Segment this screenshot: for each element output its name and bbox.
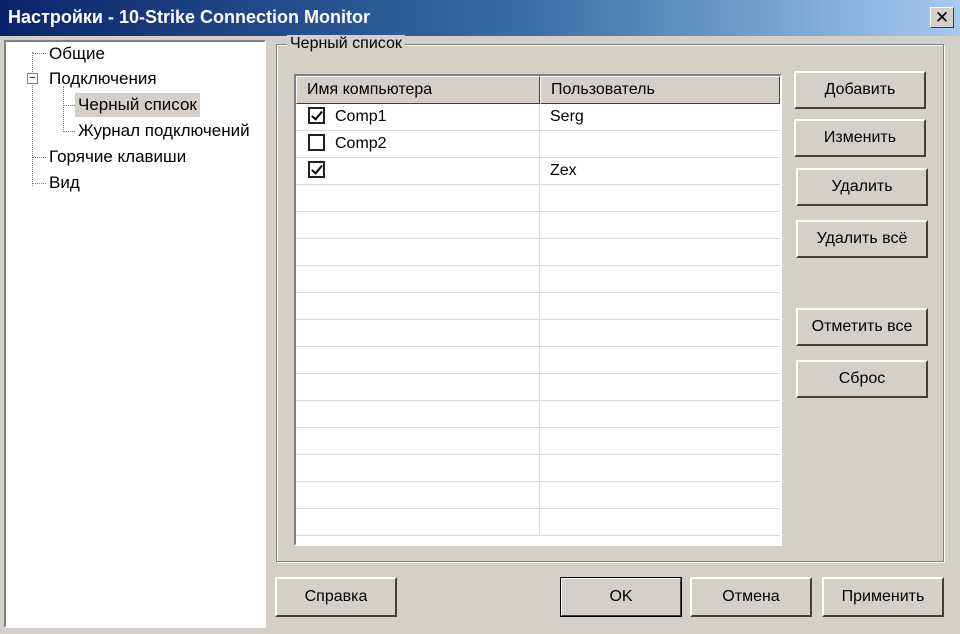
blacklist-table[interactable]: Имя компьютера Пользователь Comp1 Serg C… xyxy=(294,74,782,546)
empty-cell xyxy=(296,185,540,212)
collapse-icon[interactable]: − xyxy=(27,73,38,84)
empty-table-row xyxy=(296,455,780,482)
table-row[interactable]: Zex xyxy=(296,158,780,185)
empty-cell xyxy=(540,212,780,239)
group-title: Черный список xyxy=(287,35,405,53)
row-checkbox[interactable] xyxy=(308,107,325,125)
empty-cell xyxy=(540,293,780,320)
tree-item-blacklist[interactable]: Черный список xyxy=(75,93,200,117)
tree-item-hotkeys[interactable]: Горячие клавиши xyxy=(46,145,189,169)
tree-connector xyxy=(63,105,75,106)
empty-table-row xyxy=(296,293,780,320)
tree-connector xyxy=(32,53,46,54)
empty-cell xyxy=(540,401,780,428)
delete-button[interactable]: Удалить xyxy=(796,168,928,206)
empty-cell xyxy=(540,320,780,347)
tree-item-view[interactable]: Вид xyxy=(46,171,83,195)
computer-name: Comp2 xyxy=(335,135,387,152)
tree-connector xyxy=(32,157,46,158)
window-title: Настройки - 10-Strike Connection Monitor xyxy=(8,7,370,27)
empty-table-row xyxy=(296,374,780,401)
empty-table-row xyxy=(296,401,780,428)
computer-cell xyxy=(296,158,540,185)
title-bar[interactable]: Настройки - 10-Strike Connection Monitor… xyxy=(0,0,960,36)
empty-cell xyxy=(296,509,540,536)
empty-cell xyxy=(296,482,540,509)
empty-cell xyxy=(296,401,540,428)
empty-cell xyxy=(296,320,540,347)
settings-tree[interactable]: − Общие Подключения Черный список Журнал… xyxy=(4,40,266,628)
empty-cell xyxy=(296,266,540,293)
tree-item-connections[interactable]: Подключения xyxy=(46,67,160,91)
delete-all-button[interactable]: Удалить всё xyxy=(796,220,928,258)
close-icon: ✕ xyxy=(934,8,950,27)
empty-cell xyxy=(296,347,540,374)
table-body: Comp1 Serg Comp2 Zex xyxy=(296,104,780,536)
close-button[interactable]: ✕ xyxy=(930,7,954,28)
empty-cell xyxy=(540,509,780,536)
row-checkbox[interactable] xyxy=(308,161,325,179)
ok-button[interactable]: OK xyxy=(560,577,682,617)
column-header-user[interactable]: Пользователь xyxy=(540,76,780,104)
empty-table-row xyxy=(296,185,780,212)
row-checkbox[interactable] xyxy=(308,134,325,152)
tree-connector xyxy=(63,86,64,132)
computer-cell: Comp1 xyxy=(296,104,540,131)
user-cell: Zex xyxy=(550,162,577,179)
empty-cell xyxy=(296,374,540,401)
empty-cell xyxy=(540,482,780,509)
computer-name: Comp1 xyxy=(335,108,387,125)
empty-cell xyxy=(540,428,780,455)
add-button[interactable]: Добавить xyxy=(794,71,926,109)
empty-table-row xyxy=(296,482,780,509)
reset-button[interactable]: Сброс xyxy=(796,360,928,398)
empty-cell xyxy=(296,293,540,320)
empty-cell xyxy=(540,239,780,266)
tree-item-connection-log[interactable]: Журнал подключений xyxy=(75,119,253,143)
edit-button[interactable]: Изменить xyxy=(794,119,926,157)
tree-item-general[interactable]: Общие xyxy=(46,42,108,66)
apply-button[interactable]: Применить xyxy=(822,577,944,617)
table-header: Имя компьютера Пользователь xyxy=(296,76,780,104)
user-cell: Serg xyxy=(550,108,584,125)
computer-cell: Comp2 xyxy=(296,131,540,158)
empty-cell xyxy=(540,347,780,374)
column-header-computer[interactable]: Имя компьютера xyxy=(296,76,540,104)
empty-table-row xyxy=(296,347,780,374)
empty-table-row xyxy=(296,212,780,239)
mark-all-button[interactable]: Отметить все xyxy=(796,308,928,346)
user-cell xyxy=(540,131,780,158)
empty-cell xyxy=(540,455,780,482)
table-row[interactable]: Comp2 xyxy=(296,131,780,158)
empty-cell xyxy=(296,455,540,482)
help-button[interactable]: Справка xyxy=(275,577,397,617)
empty-table-row xyxy=(296,428,780,455)
empty-cell xyxy=(296,428,540,455)
cancel-button[interactable]: Отмена xyxy=(690,577,812,617)
empty-cell xyxy=(296,212,540,239)
tree-connector xyxy=(63,131,75,132)
empty-table-row xyxy=(296,266,780,293)
empty-table-row xyxy=(296,320,780,347)
tree-connector xyxy=(32,183,46,184)
empty-cell xyxy=(540,185,780,212)
settings-dialog: Настройки - 10-Strike Connection Monitor… xyxy=(0,0,960,634)
empty-cell xyxy=(296,239,540,266)
empty-cell xyxy=(540,374,780,401)
table-row[interactable]: Comp1 Serg xyxy=(296,104,780,131)
empty-table-row xyxy=(296,239,780,266)
empty-cell xyxy=(540,266,780,293)
empty-table-row xyxy=(296,509,780,536)
